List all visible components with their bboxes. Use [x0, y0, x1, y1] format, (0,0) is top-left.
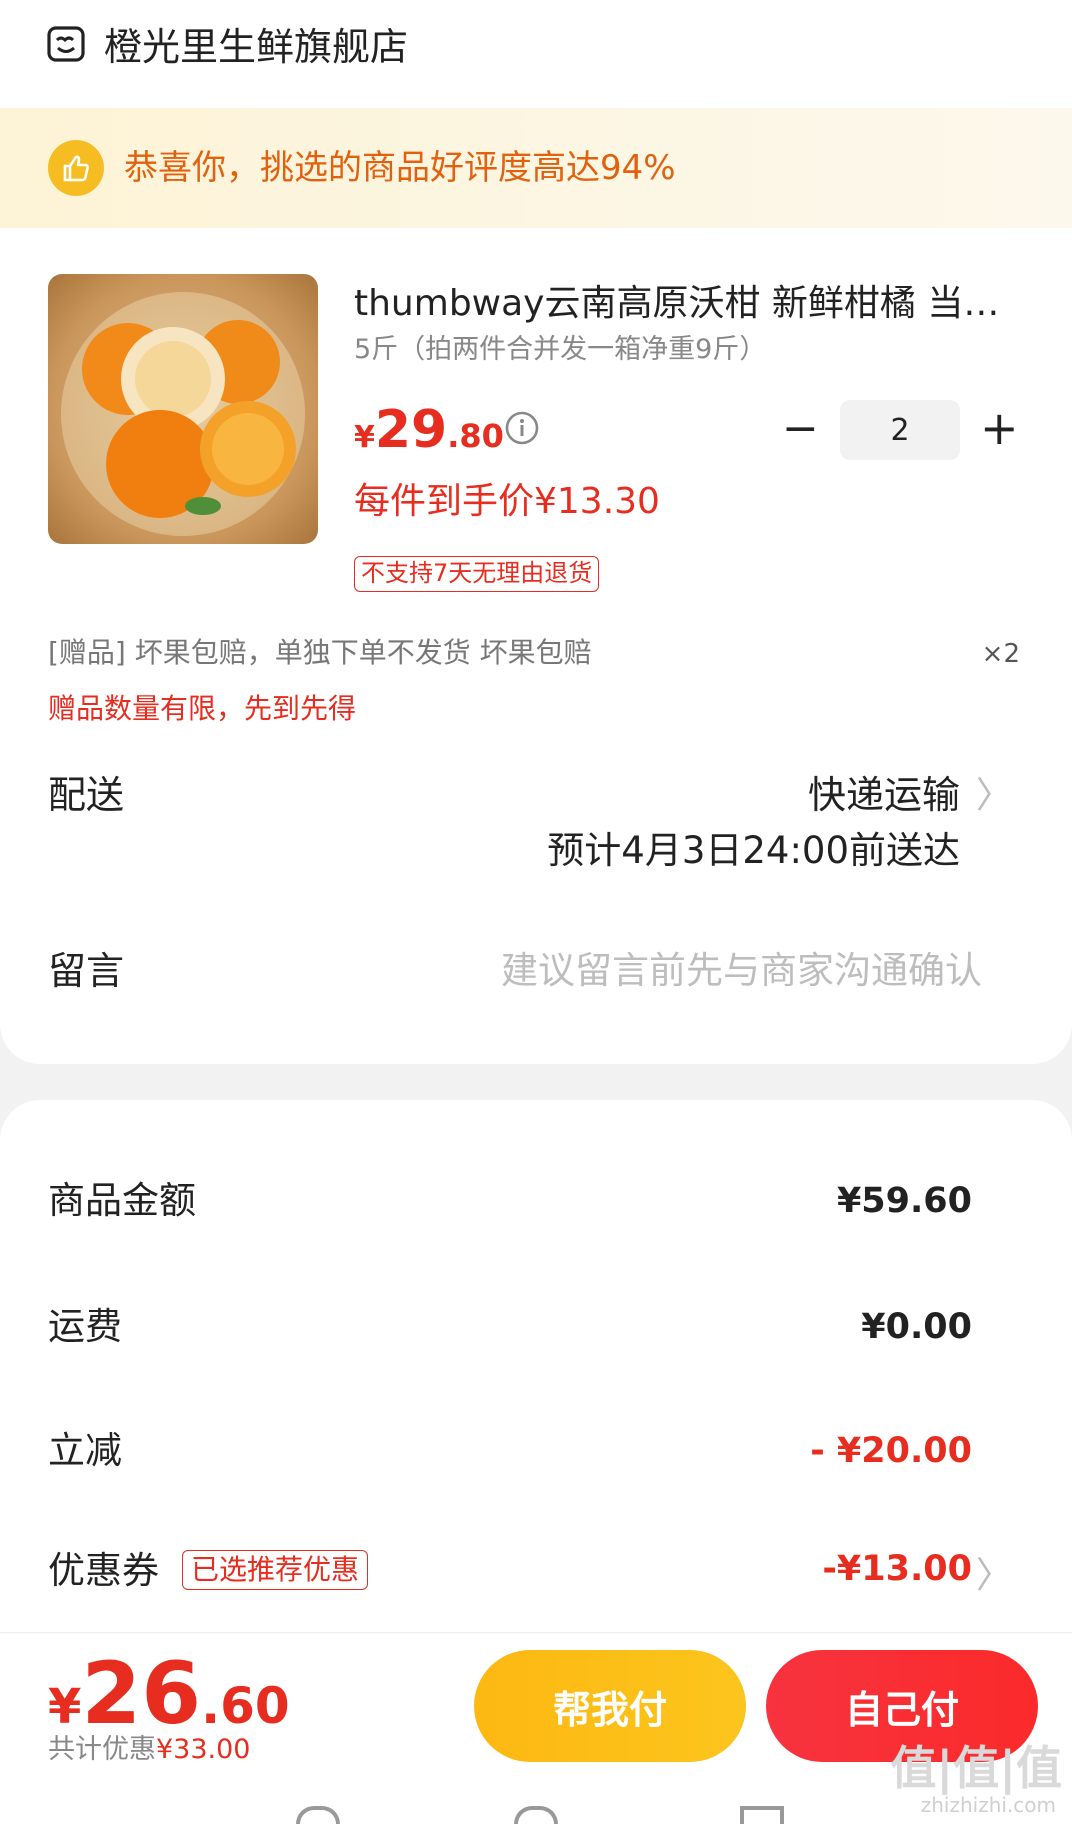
gift-count: ×2: [981, 639, 1020, 669]
product-spec: 5斤（拍两件合并发一箱净重9斤）: [354, 334, 767, 365]
quantity-value[interactable]: 2: [840, 400, 960, 460]
thumbs-up-icon: [48, 140, 104, 196]
coupon-value[interactable]: -¥13.00: [822, 1544, 972, 1594]
price-decimal: .80: [447, 417, 504, 455]
unit-price: ¥29.80: [354, 400, 504, 460]
quantity-increase-button[interactable]: +: [980, 402, 1019, 454]
per-item-price: 每件到手价¥13.30: [354, 481, 660, 522]
product-title[interactable]: thumbway云南高原沃柑 新鲜柑橘 当季水果: [354, 280, 1004, 328]
quantity-decrease-button[interactable]: −: [782, 404, 819, 454]
message-label: 留言: [48, 949, 125, 993]
help-pay-button[interactable]: 帮我付: [474, 1650, 746, 1762]
watermark-logo: 值|值|值: [890, 1741, 1062, 1795]
goods-amount-value: ¥59.60: [836, 1181, 972, 1221]
info-icon[interactable]: [504, 410, 540, 446]
freight-label: 运费: [48, 1305, 122, 1348]
freight-value: ¥0.00: [861, 1307, 972, 1347]
total-integer: 26: [81, 1644, 202, 1744]
shipping-eta: 预计4月3日24:00前送达: [547, 829, 960, 872]
chevron-right-icon[interactable]: 〉: [976, 774, 1012, 818]
shipping-label: 配送: [48, 773, 125, 817]
chevron-right-icon[interactable]: 〉: [976, 1554, 1012, 1598]
price-integer: 29: [374, 400, 448, 460]
shipping-method[interactable]: 快递运输: [808, 770, 960, 820]
message-input[interactable]: [422, 940, 982, 1000]
total-symbol: ¥: [48, 1679, 82, 1735]
product-image[interactable]: [48, 274, 318, 544]
rating-banner: 恭喜你，挑选的商品好评度高达94%: [0, 108, 1072, 228]
price-symbol: ¥: [354, 420, 375, 455]
total-savings: 共计优惠¥33.00: [48, 1732, 250, 1768]
coupon-label: 优惠券: [48, 1549, 159, 1592]
total-decimal: .60: [201, 1677, 290, 1735]
gift-note: 赠品数量有限，先到先得: [48, 692, 357, 725]
savings-value: ¥33.00: [156, 1734, 251, 1765]
order-card: 橙光里生鲜旗舰店 恭喜你，挑选的商品好评度高达94% thumbway云南高原沃…: [0, 0, 1072, 1064]
banner-text: 恭喜你，挑选的商品好评度高达94%: [124, 148, 676, 188]
coupon-recommended-tag: 已选推荐优惠: [182, 1550, 369, 1590]
goods-amount-label: 商品金额: [48, 1179, 196, 1222]
store-bar[interactable]: 橙光里生鲜旗舰店: [0, 0, 1072, 108]
watermark-url: zhizhizhi.com: [920, 1793, 1056, 1817]
store-icon: [47, 26, 85, 62]
store-name: 橙光里生鲜旗舰店: [104, 25, 409, 69]
gift-description: [赠品] 坏果包赔，单独下单不发货 坏果包赔: [48, 636, 592, 669]
savings-prefix: 共计优惠: [48, 1734, 156, 1765]
discount-value: - ¥20.00: [810, 1431, 972, 1471]
discount-label: 立减: [48, 1429, 122, 1472]
nav-recent-icon[interactable]: [740, 1806, 784, 1824]
no-return-badge: 不支持7天无理由退货: [354, 556, 600, 592]
